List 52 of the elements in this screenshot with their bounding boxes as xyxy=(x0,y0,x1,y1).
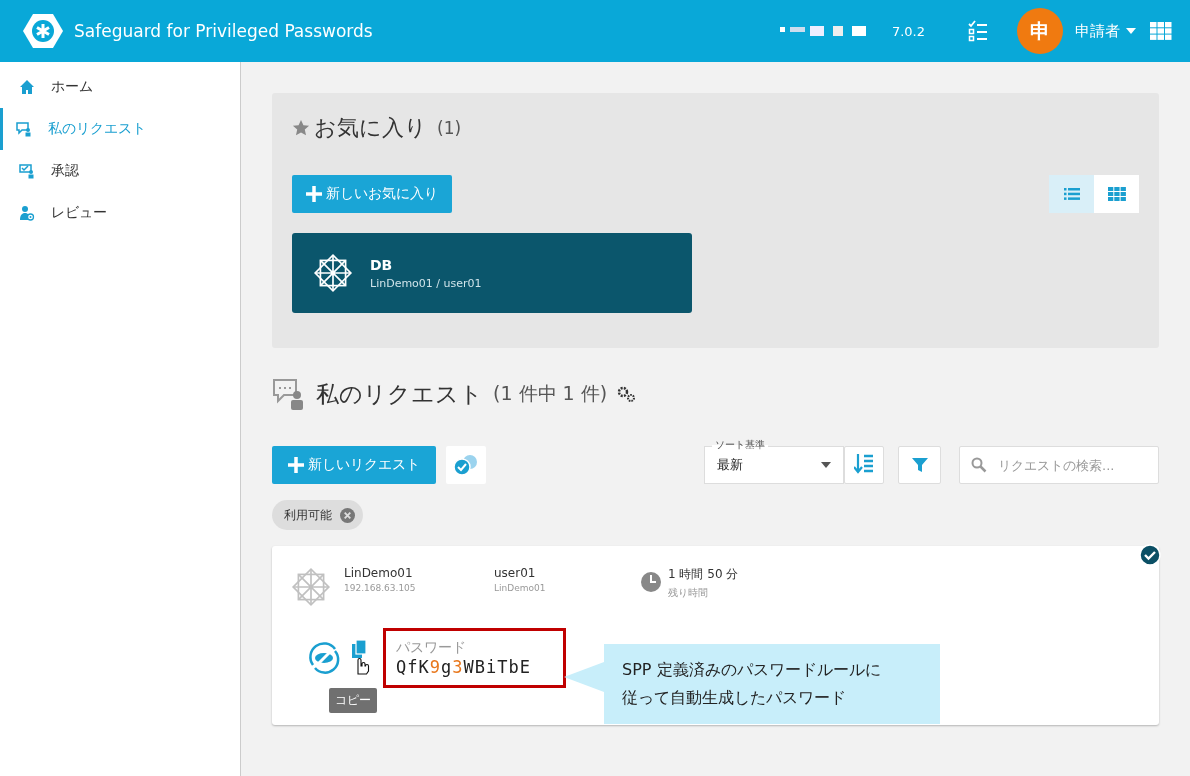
sort-label: ソート基準 xyxy=(712,439,768,451)
hide-password-icon[interactable] xyxy=(307,641,341,675)
server-os-icon xyxy=(312,252,354,294)
sidebar-item[interactable]: 承認 xyxy=(0,150,240,192)
filter-chip[interactable]: 利用可能 xyxy=(272,500,363,530)
list-view-button[interactable] xyxy=(1049,175,1094,213)
sort-order-button[interactable] xyxy=(844,446,884,484)
callout-text: SPP 定義済みのパスワードルールに従って自動生成したパスワード xyxy=(622,659,882,709)
app-title: Safeguard for Privileged Passwords xyxy=(74,21,374,41)
star-icon xyxy=(292,119,310,137)
favorite-account: LinDemo01 / user01 xyxy=(370,276,482,290)
sidebar-item[interactable]: ホーム xyxy=(0,66,240,108)
grid-view-icon xyxy=(1107,187,1126,201)
sort-icon xyxy=(854,454,874,476)
checklist-icon[interactable] xyxy=(967,20,989,42)
filter-icon xyxy=(911,457,928,473)
plus-icon xyxy=(288,457,304,473)
asset-name: LinDemo01 xyxy=(344,566,414,580)
time-remaining-label: 残り時間 xyxy=(668,586,709,600)
time-remaining: 1 時間 50 分 xyxy=(668,566,739,583)
account-asset: LinDemo01 xyxy=(494,583,547,593)
sidebar-item[interactable]: レビュー xyxy=(0,192,240,234)
caret-icon xyxy=(1126,28,1136,34)
version-number: 7.0.2 xyxy=(891,23,925,39)
requests-count: (1 件中 1 件) xyxy=(493,381,608,406)
plus-icon xyxy=(306,186,322,202)
bulk-check-icon[interactable] xyxy=(452,453,480,477)
clock-icon xyxy=(640,571,662,593)
request-icon xyxy=(16,121,32,137)
apps-grid-icon[interactable] xyxy=(1150,22,1172,40)
approve-icon xyxy=(19,163,35,179)
requests-title: 私のリクエスト xyxy=(316,379,483,409)
asset-address: 192.168.63.105 xyxy=(344,583,417,593)
grid-view-button[interactable] xyxy=(1094,175,1139,213)
copy-tooltip: コピー xyxy=(329,688,377,713)
copy-cursor-icon[interactable] xyxy=(349,640,371,676)
request-icon xyxy=(272,378,306,410)
remove-icon[interactable] xyxy=(340,507,355,523)
favorite-name: DB xyxy=(370,256,394,273)
home-icon xyxy=(19,79,35,95)
favorites-title: お気に入り xyxy=(314,114,427,142)
favorites-count: (1) xyxy=(437,118,462,138)
filter-button[interactable] xyxy=(898,446,941,484)
password-field: パスワード QfK9g3WBiTbE xyxy=(383,628,566,688)
favorite-card[interactable]: DB LinDemo01 / user01 xyxy=(292,233,692,313)
reviewer-icon xyxy=(19,205,35,221)
caret-icon xyxy=(821,462,831,468)
server-os-icon xyxy=(290,566,332,608)
list-view-icon xyxy=(1063,188,1080,200)
settings-icon[interactable] xyxy=(617,385,638,403)
search-field[interactable]: リクエストの検索... xyxy=(959,446,1159,484)
account-name: user01 xyxy=(494,566,537,580)
